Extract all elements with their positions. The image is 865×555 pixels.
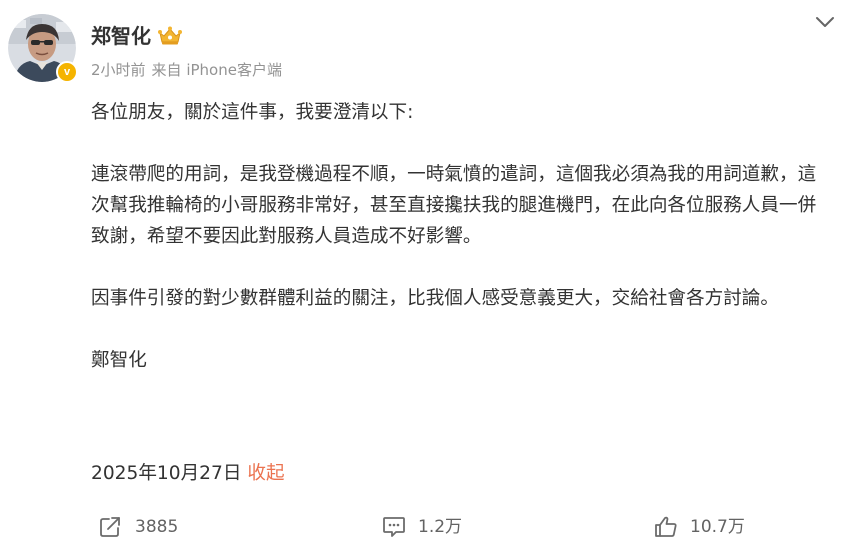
- username-row: 郑智化: [91, 23, 183, 49]
- comment-icon: [383, 517, 405, 537]
- weibo-post-card: v 郑智化 2小时前 来自 iPhone客户端 各位朋友，關於這件事，我要澄清以下…: [0, 0, 865, 555]
- collapse-link[interactable]: 收起: [247, 463, 284, 484]
- repost-icon: [100, 517, 120, 537]
- username[interactable]: 郑智化: [91, 23, 151, 49]
- post-meta: 2小时前 来自 iPhone客户端: [91, 60, 288, 80]
- verified-badge-icon: v: [56, 61, 78, 83]
- post-paragraph: 因事件引發的對少數群體利益的關注，比我個人感受意義更大，交給社會各方討論。: [91, 288, 779, 309]
- repost-count: 3885: [135, 517, 179, 537]
- action-bar: 3885 1.2万 10.7万: [0, 511, 865, 543]
- post-source: 来自 iPhone客户端: [151, 61, 282, 79]
- comment-count: 1.2万: [418, 517, 463, 537]
- avatar[interactable]: v: [8, 14, 78, 83]
- thumbs-up-icon: [655, 516, 677, 537]
- post-paragraph: 連滾帶爬的用詞，是我登機過程不順，一時氣憤的遣詞，這個我必須為我的用詞道歉，這次…: [91, 164, 817, 247]
- crown-icon[interactable]: [157, 26, 183, 46]
- post-date: 2025年10月27日: [91, 463, 242, 484]
- post-paragraph: 各位朋友，關於這件事，我要澄清以下:: [91, 102, 414, 123]
- post-signature: 鄭智化: [91, 350, 147, 371]
- chevron-down-icon[interactable]: [815, 15, 835, 29]
- post-text: 各位朋友，關於這件事，我要澄清以下: 連滾帶爬的用詞，是我登機過程不順，一時氣憤…: [91, 97, 831, 376]
- post-footer: 2025年10月27日 收起: [91, 458, 285, 489]
- like-button[interactable]: 10.7万: [654, 511, 745, 543]
- repost-button[interactable]: 3885: [99, 511, 178, 543]
- post-time[interactable]: 2小时前: [91, 61, 146, 79]
- comment-button[interactable]: 1.2万: [382, 511, 462, 543]
- like-count: 10.7万: [690, 517, 745, 537]
